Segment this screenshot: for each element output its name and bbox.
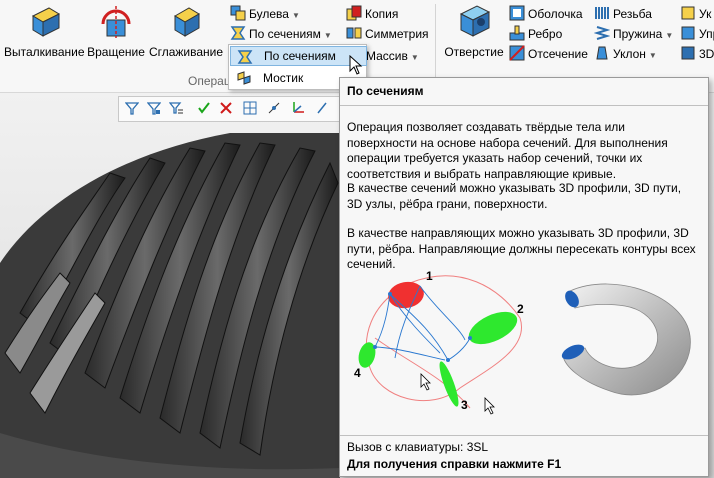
edge-tool-icon (681, 6, 695, 20)
section-red (388, 281, 424, 309)
loft-button[interactable]: По сечениям ▼ (230, 24, 332, 44)
smooth-icon (174, 7, 200, 37)
tooltip-divider (340, 435, 708, 436)
hole-label: Отверстие (444, 45, 504, 59)
rib-label: Ребро (528, 27, 563, 41)
chevron-down-icon: ▼ (323, 31, 332, 40)
tooltip-paragraph: В качестве сечений можно указывать 3D пр… (347, 181, 682, 211)
revolve-button[interactable]: Вращение (86, 2, 146, 59)
chevron-down-icon: ▼ (648, 51, 657, 60)
filter-face-icon[interactable] (147, 101, 161, 115)
tooltip-shortcut: Вызов с клавиатуры: 3SL (347, 440, 489, 454)
loft-result-shape (561, 283, 691, 396)
loft-icon (230, 26, 246, 40)
marker-label: 3 (461, 398, 468, 412)
tooltip-title: По сечениям (347, 84, 424, 98)
edge-tool-2-button[interactable]: Упр (680, 24, 714, 44)
filter-list-icon[interactable] (169, 101, 183, 115)
cutoff-button[interactable]: Отсечение (509, 44, 588, 64)
draft-button[interactable]: Уклон ▼ (594, 44, 657, 64)
spring-label: Пружина (613, 27, 663, 41)
tooltip-paragraph: В качестве направляющих можно указывать … (347, 226, 696, 271)
shell-button[interactable]: Оболочка (509, 4, 583, 24)
rib-icon (509, 25, 525, 41)
axes-icon[interactable] (291, 101, 305, 115)
bridge-icon (237, 71, 251, 85)
shell-label: Оболочка (528, 7, 583, 21)
chevron-down-icon: ▼ (410, 53, 419, 62)
shell-icon (509, 5, 525, 21)
symmetry-button[interactable]: Симметрия (346, 24, 429, 44)
edge-tool-1-button[interactable]: Ук (680, 4, 711, 24)
filter-icon[interactable] (125, 101, 139, 115)
cursor-icon (484, 397, 495, 415)
edge-tool-2-label: Упр (699, 27, 714, 41)
close-icon[interactable] (219, 101, 233, 115)
copy-button[interactable]: Копия (346, 4, 398, 24)
group-label: Операц (188, 74, 231, 88)
draft-icon (596, 46, 608, 60)
extrude-icon (31, 7, 61, 37)
array-label: Массив (366, 49, 408, 63)
boolean-button[interactable]: Булева ▼ (230, 4, 300, 24)
tooltip-divider (340, 105, 708, 106)
menu-item-loft[interactable]: По сечениям (230, 46, 367, 66)
check-icon[interactable] (197, 101, 211, 115)
extrude-label: Выталкивание (4, 45, 85, 59)
vertex-icon[interactable] (267, 101, 281, 115)
menu-item-label: Мостик (263, 71, 304, 85)
mouse-cursor-icon (349, 55, 363, 75)
loft-tooltip: По сечениям Операция позволяет создавать… (339, 77, 709, 477)
revolve-icon (101, 6, 131, 38)
boolean-icon (230, 5, 246, 21)
section-green-2 (468, 311, 518, 345)
hole-icon (459, 5, 491, 37)
edge-icon[interactable] (315, 101, 329, 115)
control-icon (681, 26, 695, 40)
edge-tool-1-label: Ук (699, 7, 712, 21)
copy-label: Копия (365, 7, 399, 21)
spring-icon (594, 26, 610, 40)
thread-button[interactable]: Резьба (594, 4, 652, 24)
thread-label: Резьба (613, 7, 652, 21)
spring-button[interactable]: Пружина ▼ (594, 24, 673, 44)
copy-icon (346, 5, 362, 21)
rib-button[interactable]: Ребро (509, 24, 562, 44)
thread-icon (595, 7, 609, 19)
edge-tool-3-button[interactable]: 3D (680, 44, 714, 64)
boolean-label: Булева (249, 7, 289, 21)
cutoff-icon (509, 45, 525, 61)
revolve-label: Вращение (87, 45, 145, 59)
draft-label: Уклон (613, 47, 646, 61)
tooltip-help: Для получения справки нажмите F1 (347, 457, 562, 471)
loft-icon (237, 50, 253, 64)
chevron-down-icon: ▼ (291, 11, 300, 20)
array-button[interactable]: Массив ▼ (366, 46, 419, 66)
loft-diagram: 1 2 3 4 (354, 269, 524, 415)
tooltip-paragraph: Операция позволяет создавать твёрдые тел… (347, 120, 668, 181)
grid-icon[interactable] (243, 101, 257, 115)
loft-label: По сечениям (249, 27, 321, 41)
extrude-button[interactable]: Выталкивание (4, 2, 85, 59)
cursor-icon (420, 373, 431, 391)
marker-label: 2 (517, 302, 524, 316)
cutoff-label: Отсечение (528, 47, 588, 61)
ribbon-separator (435, 4, 436, 84)
chevron-down-icon: ▼ (665, 31, 674, 40)
3d-icon (681, 46, 695, 60)
symmetry-icon (346, 27, 362, 39)
marker-label: 4 (354, 366, 361, 380)
smooth-label: Сглаживание (148, 45, 224, 59)
smooth-button[interactable]: Сглаживание (148, 2, 224, 59)
menu-item-label: По сечениям (264, 49, 336, 63)
hole-button[interactable]: Отверстие (443, 2, 505, 59)
edge-tool-3-label: 3D (699, 47, 714, 61)
marker-label: 1 (426, 269, 433, 283)
symmetry-label: Симметрия (365, 27, 429, 41)
section-green-3 (439, 361, 459, 407)
view-filter-toolbar (118, 96, 350, 122)
